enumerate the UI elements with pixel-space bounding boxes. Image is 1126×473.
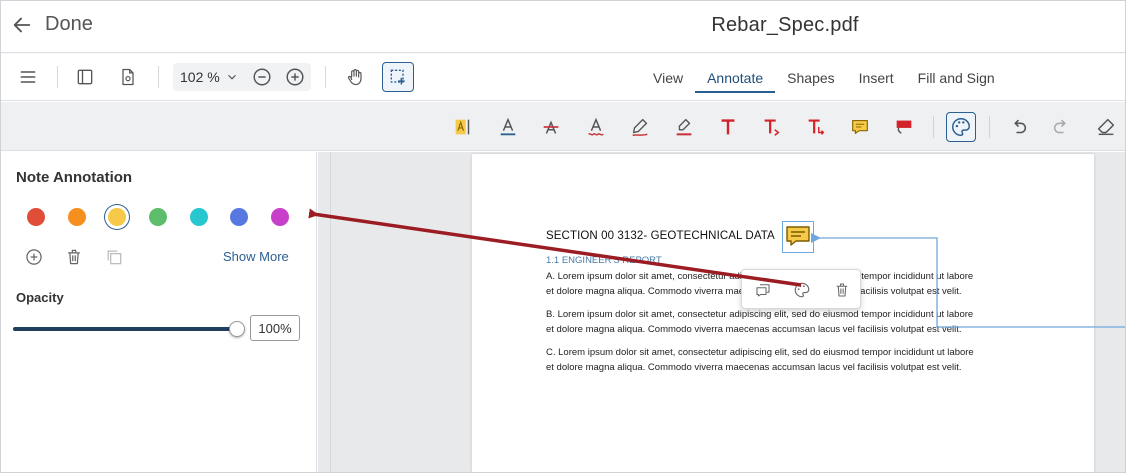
note-annotation[interactable] bbox=[782, 221, 814, 253]
delete-color-button[interactable] bbox=[63, 246, 85, 268]
redo-icon bbox=[1053, 119, 1066, 134]
replace-text-icon bbox=[808, 119, 825, 135]
note-annotation-panel: Note Annotation Show More Opacity 100% bbox=[1, 152, 317, 472]
annotate-toolbar bbox=[1, 102, 1125, 151]
color-swatch-yellow[interactable] bbox=[108, 208, 126, 226]
style-palette-button[interactable] bbox=[946, 112, 976, 142]
tab-view[interactable]: View bbox=[641, 54, 695, 101]
highlighter-icon bbox=[676, 118, 692, 136]
show-more-link[interactable]: Show More bbox=[223, 249, 289, 264]
stamp-icon bbox=[896, 120, 912, 134]
squiggly-icon bbox=[588, 117, 604, 136]
add-color-button[interactable] bbox=[23, 246, 45, 268]
underline-tool[interactable] bbox=[493, 112, 523, 142]
stamp-tool[interactable] bbox=[889, 112, 919, 142]
free-text-icon bbox=[721, 119, 735, 135]
app-header: Done Rebar_Spec.pdf bbox=[1, 1, 1125, 53]
squiggly-tool[interactable] bbox=[581, 112, 611, 142]
toggle-sidebar-button[interactable] bbox=[69, 62, 101, 92]
undo-button[interactable] bbox=[1003, 112, 1033, 142]
strikethrough-tool[interactable] bbox=[536, 112, 566, 142]
tab-insert[interactable]: Insert bbox=[847, 54, 906, 101]
note-icon bbox=[786, 226, 810, 246]
zoom-in-icon[interactable] bbox=[284, 66, 306, 88]
highlight-text-icon bbox=[455, 119, 470, 135]
opacity-label: Opacity bbox=[16, 290, 64, 305]
opacity-slider-track[interactable] bbox=[13, 327, 237, 331]
freehand-highlighter-tool[interactable] bbox=[669, 112, 699, 142]
document-gear-icon bbox=[122, 68, 134, 86]
strikethrough-icon bbox=[543, 120, 559, 134]
panel-title: Note Annotation bbox=[16, 169, 133, 186]
menu-button[interactable] bbox=[12, 62, 44, 92]
annotation-style-button[interactable] bbox=[792, 280, 812, 300]
pen-icon bbox=[632, 118, 648, 136]
tab-shapes[interactable]: Shapes bbox=[775, 54, 846, 101]
delete-annotation-button[interactable] bbox=[832, 280, 852, 300]
zoom-value[interactable]: 102 % bbox=[180, 69, 220, 85]
insert-text-icon bbox=[764, 119, 780, 136]
comment-icon bbox=[756, 284, 770, 297]
palette-icon bbox=[952, 118, 970, 136]
tab-fill-and-sign[interactable]: Fill and Sign bbox=[906, 54, 1007, 101]
hand-icon bbox=[347, 69, 362, 86]
highlight-text-tool[interactable] bbox=[448, 112, 478, 142]
toolbar-divider bbox=[933, 116, 934, 138]
area-select-button[interactable] bbox=[382, 62, 414, 92]
paragraph-c: C. Lorem ipsum dolor sit amet, consectet… bbox=[546, 347, 974, 373]
document-title: Rebar_Spec.pdf bbox=[711, 14, 859, 36]
sidebar-panel-icon bbox=[77, 69, 93, 85]
chevron-down-icon[interactable] bbox=[225, 70, 239, 84]
copy-color-button[interactable] bbox=[103, 246, 125, 268]
text-color-icon bbox=[500, 117, 516, 136]
subsection-heading: 1.1 ENGINEER'S REPORT bbox=[546, 255, 662, 266]
document-settings-button[interactable] bbox=[112, 62, 144, 92]
color-swatch-orange[interactable] bbox=[68, 208, 86, 226]
free-text-tool[interactable] bbox=[713, 112, 743, 142]
zoom-control[interactable]: 102 % bbox=[173, 63, 311, 91]
color-swatch-blue[interactable] bbox=[230, 208, 248, 226]
note-tool[interactable] bbox=[845, 112, 875, 142]
section-heading: SECTION 00 3132- GEOTECHNICAL DATA bbox=[546, 230, 775, 242]
eraser-icon bbox=[1097, 118, 1115, 136]
pan-tool-button[interactable] bbox=[339, 62, 371, 92]
panel-divider bbox=[330, 152, 331, 472]
pdf-page[interactable]: SECTION 00 3132- GEOTECHNICAL DATA 1.1 E… bbox=[472, 154, 1094, 472]
eraser-tool[interactable] bbox=[1091, 112, 1121, 142]
paragraph-b: B. Lorem ipsum dolor sit amet, consectet… bbox=[546, 309, 974, 335]
color-swatch-green[interactable] bbox=[149, 208, 167, 226]
marquee-select-icon bbox=[390, 69, 405, 85]
palette-icon bbox=[794, 282, 810, 298]
color-swatch-magenta[interactable] bbox=[271, 208, 289, 226]
app-window: Done Rebar_Spec.pdf 102 % View Annotate … bbox=[0, 0, 1126, 473]
annotation-context-popup bbox=[741, 269, 861, 309]
note-icon bbox=[852, 119, 868, 135]
replace-text-tool[interactable] bbox=[801, 112, 831, 142]
toolbar-divider bbox=[158, 66, 159, 88]
tab-annotate[interactable]: Annotate bbox=[695, 54, 776, 101]
mode-tabs: View Annotate Shapes Insert Fill and Sig… bbox=[641, 54, 1007, 101]
toolbar-divider bbox=[57, 66, 58, 88]
color-swatch-red[interactable] bbox=[27, 208, 45, 226]
toolbar-divider bbox=[989, 116, 990, 138]
freehand-pen-tool[interactable] bbox=[625, 112, 655, 142]
opacity-input[interactable]: 100% bbox=[250, 315, 300, 341]
color-swatch-cyan[interactable] bbox=[190, 208, 208, 226]
opacity-slider-thumb[interactable] bbox=[229, 321, 245, 337]
trash-icon bbox=[836, 283, 848, 297]
zoom-out-icon[interactable] bbox=[251, 66, 273, 88]
toolbar-divider bbox=[325, 66, 326, 88]
copy-icon bbox=[107, 250, 122, 265]
undo-icon bbox=[1014, 119, 1027, 134]
hamburger-icon bbox=[20, 71, 36, 83]
trash-icon bbox=[68, 249, 80, 265]
main-toolbar: 102 % View Annotate Shapes Insert Fill a… bbox=[1, 54, 1125, 101]
open-comment-button[interactable] bbox=[753, 280, 773, 300]
insert-text-tool[interactable] bbox=[757, 112, 787, 142]
redo-button[interactable] bbox=[1047, 112, 1077, 142]
plus-circle-icon bbox=[26, 249, 42, 265]
